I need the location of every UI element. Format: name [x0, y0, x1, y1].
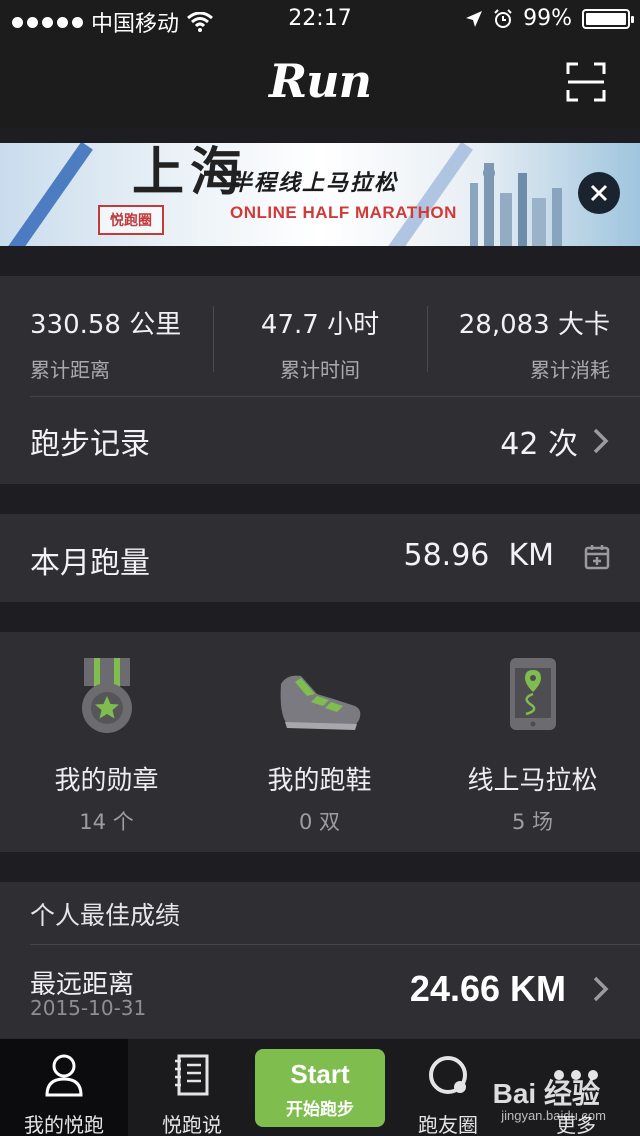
- monthly-value: 58.96 KM: [403, 538, 554, 573]
- banner-subtitle-cn: 半程线上马拉松: [230, 170, 399, 196]
- stat-calories-label: 累计消耗: [530, 358, 610, 382]
- longest-distance-value: 24.66 KM: [409, 968, 566, 1009]
- achievements-card: 我的勋章 14 个 我的跑鞋 0 双 线上马拉松 5 场: [0, 632, 640, 852]
- tab-talk[interactable]: 悦跑说: [128, 1039, 256, 1136]
- banner-close-button[interactable]: [578, 172, 620, 214]
- run-records-count: 42 次: [500, 427, 578, 462]
- monthly-mileage-card[interactable]: 本月跑量 58.96 KM: [0, 514, 640, 602]
- chevron-right-icon: [593, 976, 609, 1002]
- shoe-icon: [280, 675, 360, 730]
- app-logo: Run: [268, 54, 372, 108]
- banner-decor: [1, 143, 93, 246]
- battery-percent: 99%: [523, 6, 572, 31]
- longest-distance-date: 2015-10-31: [30, 996, 147, 1020]
- start-button-label: Start: [290, 1059, 350, 1089]
- stat-distance-label: 累计距离: [30, 358, 110, 382]
- tab-my-run-label: 我的悦跑: [24, 1113, 104, 1136]
- watermark-url: jingyan.baidu.com: [501, 1108, 606, 1123]
- promo-banner[interactable]: 悦跑圈 上海 半程线上马拉松 ONLINE HALF MARATHON: [0, 143, 640, 246]
- banner-seal: 悦跑圈: [98, 205, 164, 235]
- achievement-medals[interactable]: 我的勋章 14 个: [0, 632, 213, 852]
- notebook-icon: [175, 1054, 209, 1096]
- personal-best-card: 个人最佳成绩 最远距离 2015-10-31 24.66 KM: [0, 882, 640, 1042]
- stat-time-label: 累计时间: [280, 358, 360, 382]
- run-records-title: 跑步记录: [30, 427, 150, 462]
- stats-card: 330.58 公里 累计距离 47.7 小时 累计时间 28,083 大卡 累计…: [0, 276, 640, 484]
- nav-bar: Run: [0, 40, 640, 128]
- achievement-online-marathon-count: 5 场: [511, 810, 554, 834]
- tab-talk-label: 悦跑说: [162, 1113, 222, 1136]
- achievement-online-marathon-label: 线上马拉松: [467, 766, 598, 796]
- watermark-brand: Bai 经验: [492, 1078, 600, 1109]
- medal-icon: [81, 658, 132, 733]
- chevron-right-icon: [593, 428, 609, 454]
- close-icon: [590, 184, 608, 202]
- achievement-medals-count: 14 个: [79, 810, 134, 834]
- achievement-medals-label: 我的勋章: [54, 766, 159, 796]
- longest-distance-row[interactable]: 最远距离 2015-10-31 24.66 KM: [0, 945, 640, 1042]
- start-button-sublabel: 开始跑步: [286, 1100, 354, 1120]
- achievement-shoes-count: 0 双: [298, 810, 341, 834]
- phone-route-icon: [509, 658, 556, 730]
- monthly-title: 本月跑量: [30, 546, 150, 581]
- achievement-shoes[interactable]: 我的跑鞋 0 双: [213, 632, 426, 852]
- stat-distance: 330.58 公里 累计距离: [30, 276, 220, 396]
- stat-calories: 28,083 大卡 累计消耗: [428, 276, 610, 396]
- status-bar: 中国移动 22:17 99%: [0, 0, 640, 40]
- scan-qr-icon[interactable]: [566, 62, 606, 102]
- achievement-online-marathon[interactable]: 线上马拉松 5 场: [426, 632, 639, 852]
- stat-calories-value: 28,083 大卡: [458, 310, 610, 340]
- start-run-button[interactable]: Start 开始跑步: [255, 1049, 385, 1127]
- tab-friends-label: 跑友圈: [418, 1113, 478, 1136]
- friends-circle-icon: [429, 1056, 467, 1094]
- banner-subtitle-en: ONLINE HALF MARATHON: [230, 203, 457, 222]
- run-records-row[interactable]: 跑步记录 42 次: [0, 397, 640, 484]
- stat-time: 47.7 小时 累计时间: [214, 276, 426, 396]
- location-arrow-icon: [466, 10, 483, 27]
- person-icon: [45, 1054, 83, 1097]
- alarm-clock-icon: [494, 8, 512, 28]
- achievement-shoes-label: 我的跑鞋: [267, 766, 372, 796]
- status-right: 99%: [465, 6, 634, 31]
- stat-distance-value: 330.58 公里: [30, 310, 182, 340]
- calendar-icon[interactable]: [584, 544, 610, 570]
- stat-time-value: 47.7 小时: [260, 310, 380, 340]
- battery-icon: [582, 8, 634, 29]
- tab-my-run[interactable]: 我的悦跑: [0, 1039, 128, 1136]
- personal-best-header: 个人最佳成绩: [30, 901, 181, 930]
